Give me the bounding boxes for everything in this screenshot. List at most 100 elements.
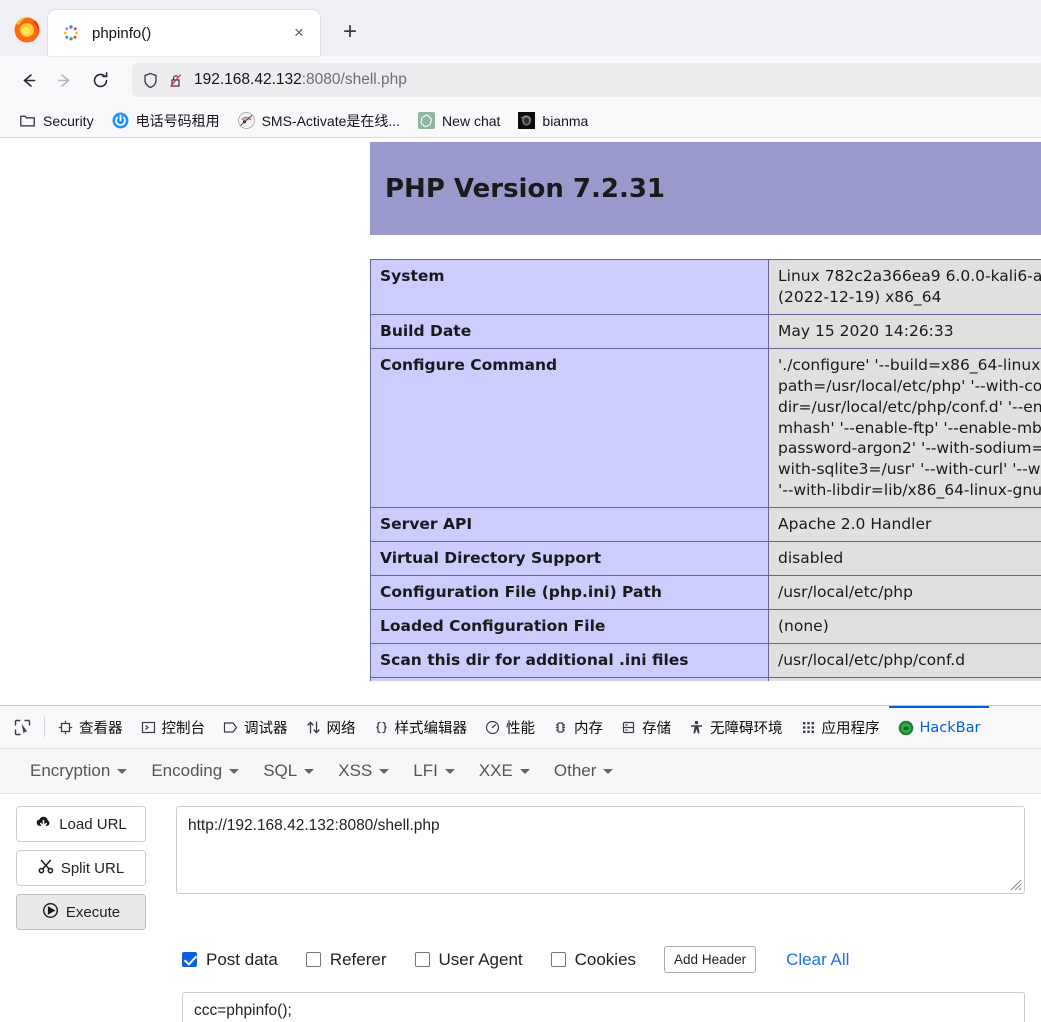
tab-debugger[interactable]: 调试器: [214, 706, 297, 748]
hackbar-action-buttons: Load URL Split URL Execute: [16, 806, 146, 930]
table-cell-key: Loaded Configuration File: [370, 608, 769, 644]
devtools-panel: 查看器 控制台 调试器 网络 样式编辑器 性能 内存 存储 无障碍环境 应用程序…: [0, 705, 1041, 1022]
menu-label: Other: [553, 761, 597, 780]
menu-sql[interactable]: SQL: [251, 757, 326, 785]
chevron-down-icon: [117, 768, 128, 774]
tab-inspector[interactable]: 查看器: [49, 706, 132, 748]
button-label: Split URL: [60, 859, 125, 877]
execute-button[interactable]: Execute: [16, 894, 146, 930]
checkbox-post-data[interactable]: Post data: [182, 950, 278, 970]
sms-activate-icon: [237, 112, 255, 129]
php-version-title: PHP Version 7.2.31: [385, 173, 666, 204]
tab-label: 内存: [574, 720, 603, 737]
table-cell-key: Configuration File (php.ini) Path: [370, 575, 769, 610]
menu-label: XXE: [478, 761, 513, 780]
tab-label: 性能: [506, 720, 535, 737]
power-icon: [112, 112, 129, 129]
tab-label: 网络: [326, 720, 356, 737]
bookmark-security[interactable]: Security: [12, 109, 101, 132]
table-cell-key: Scan this dir for additional .ini files: [370, 642, 769, 678]
table-cell-value: disabled: [768, 541, 1041, 577]
tab-memory[interactable]: 内存: [544, 706, 612, 748]
browser-tab[interactable]: phpinfo() ×: [48, 10, 320, 56]
browser-window: phpinfo() × + 192.168.42.132:8080/shell.…: [0, 0, 1041, 1022]
checkbox-label: User Agent: [438, 949, 523, 969]
tab-label: 存储: [642, 720, 671, 737]
table-cell-value: (none): [768, 608, 1041, 644]
back-button[interactable]: [10, 63, 46, 97]
menu-label: SQL: [263, 761, 298, 780]
application-icon: [801, 720, 816, 735]
table-cell-value: './configure' '--build=x86_64-linux-gnu'…: [768, 347, 1041, 509]
bookmarks-bar: Security 电话号码租用 SMS-Activate是在线... New c…: [0, 104, 1041, 138]
menu-lfi[interactable]: LFI: [401, 757, 467, 785]
add-header-button[interactable]: Add Header: [664, 946, 757, 973]
php-version-banner: PHP Version 7.2.31: [370, 142, 1041, 235]
tab-console[interactable]: 控制台: [132, 706, 215, 748]
address-bar[interactable]: 192.168.42.132:8080/shell.php: [132, 63, 1041, 97]
tab-label: 查看器: [79, 720, 123, 737]
checkbox-box[interactable]: [305, 952, 321, 967]
forward-button[interactable]: [46, 63, 82, 97]
menu-encryption[interactable]: Encryption: [18, 757, 139, 785]
tab-strip: phpinfo() × +: [0, 0, 1041, 56]
bookmark-label: bianma: [542, 112, 589, 129]
play-circle-icon: [42, 902, 59, 923]
table-row: Build Date May 15 2020 14:26:33: [370, 313, 1041, 349]
url-path: :8080/shell.php: [301, 71, 407, 88]
hackbar-url-field-wrap: [176, 806, 1025, 894]
close-tab-icon[interactable]: ×: [286, 20, 312, 46]
memory-icon: [553, 720, 568, 735]
tab-storage[interactable]: 存储: [612, 706, 680, 748]
bookmark-new-chat[interactable]: New chat: [411, 109, 507, 132]
tab-hackbar[interactable]: HackBar: [888, 706, 990, 748]
table-cell-value: /usr/local/etc/php/conf.d: [768, 642, 1041, 678]
table-cell-key: Server API: [370, 507, 769, 543]
clear-all-link[interactable]: Clear All: [786, 950, 849, 970]
tab-accessibility[interactable]: 无障碍环境: [680, 706, 792, 748]
tab-network[interactable]: 网络: [297, 706, 365, 748]
split-url-button[interactable]: Split URL: [16, 850, 146, 886]
checkbox-referer[interactable]: Referer: [305, 950, 387, 970]
tab-performance[interactable]: 性能: [476, 706, 544, 748]
new-tab-button[interactable]: +: [334, 16, 366, 48]
phpinfo-table: System Linux 782c2a366ea9 6.0.0-kali6-am…: [370, 259, 1041, 681]
hackbar-postdata-row: CSDN @00zzz: [0, 973, 1041, 1022]
post-data-textarea[interactable]: [182, 992, 1025, 1022]
menu-xxe[interactable]: XXE: [467, 757, 542, 785]
table-cell-key: Configure Command: [370, 347, 769, 509]
element-picker-icon[interactable]: [4, 712, 40, 742]
bookmark-label: 电话号码租用: [135, 112, 220, 129]
broken-lock-icon[interactable]: [167, 72, 184, 89]
bookmark-sms-activate[interactable]: SMS-Activate是在线...: [231, 108, 407, 134]
menu-encoding[interactable]: Encoding: [139, 757, 251, 785]
menu-other[interactable]: Other: [542, 757, 626, 785]
devtools-toolbar: 查看器 控制台 调试器 网络 样式编辑器 性能 内存 存储 无障碍环境 应用程序…: [0, 706, 1041, 749]
url-textarea[interactable]: [176, 806, 1025, 894]
menu-xss[interactable]: XSS: [326, 757, 401, 785]
bookmark-phone-rental[interactable]: 电话号码租用: [105, 108, 227, 134]
openai-icon: [418, 112, 436, 129]
tab-label: 应用程序: [821, 720, 880, 737]
reload-button[interactable]: [82, 63, 118, 97]
table-cell-value: Apache 2.0 Handler: [768, 507, 1041, 543]
debugger-icon: [223, 720, 238, 735]
bookmark-bianma[interactable]: bianma: [511, 109, 595, 132]
tab-style-editor[interactable]: 样式编辑器: [365, 706, 477, 748]
tab-label: 样式编辑器: [394, 720, 468, 737]
chevron-down-icon: [519, 768, 530, 774]
checkbox-box[interactable]: [182, 952, 197, 967]
table-cell-value: May 15 2020 14:26:33: [768, 313, 1041, 349]
tab-application[interactable]: 应用程序: [792, 706, 889, 748]
hackbar-options-row: Post data Referer User Agent Cookies Add…: [0, 930, 1041, 973]
checkbox-box[interactable]: [550, 952, 566, 967]
checkbox-cookies[interactable]: Cookies: [550, 950, 636, 970]
load-url-button[interactable]: Load URL: [16, 806, 146, 842]
checkbox-box[interactable]: [414, 952, 430, 967]
table-cell-key: Virtual Directory Support: [370, 541, 769, 577]
url-host: 192.168.42.132: [194, 71, 302, 88]
checkbox-user-agent[interactable]: User Agent: [414, 949, 523, 970]
table-cell-value: /usr/local/etc/php: [768, 575, 1041, 610]
bianma-icon: [518, 112, 536, 129]
console-icon: [141, 720, 156, 735]
